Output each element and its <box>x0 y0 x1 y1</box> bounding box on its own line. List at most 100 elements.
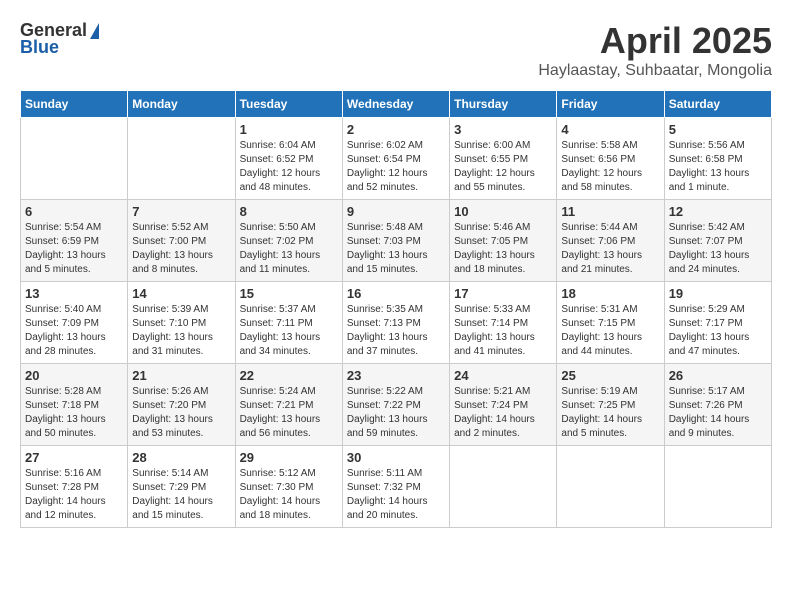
day-number: 3 <box>454 122 552 137</box>
day-number: 14 <box>132 286 230 301</box>
week-row-4: 20 Sunrise: 5:28 AM Sunset: 7:18 PM Dayli… <box>21 364 772 446</box>
calendar-cell <box>664 446 771 528</box>
weekday-header-friday: Friday <box>557 91 664 118</box>
day-info: Sunrise: 5:37 AM Sunset: 7:11 PM Dayligh… <box>240 303 338 359</box>
calendar-cell <box>21 118 128 200</box>
calendar-cell: 11 Sunrise: 5:44 AM Sunset: 7:06 PM Dayli… <box>557 200 664 282</box>
day-info: Sunrise: 5:22 AM Sunset: 7:22 PM Dayligh… <box>347 385 445 441</box>
weekday-header-wednesday: Wednesday <box>342 91 449 118</box>
calendar-cell: 24 Sunrise: 5:21 AM Sunset: 7:24 PM Dayli… <box>450 364 557 446</box>
day-number: 25 <box>561 368 659 383</box>
weekday-header-thursday: Thursday <box>450 91 557 118</box>
day-info: Sunrise: 5:50 AM Sunset: 7:02 PM Dayligh… <box>240 221 338 277</box>
weekday-header-row: SundayMondayTuesdayWednesdayThursdayFrid… <box>21 91 772 118</box>
week-row-3: 13 Sunrise: 5:40 AM Sunset: 7:09 PM Dayli… <box>21 282 772 364</box>
logo: General Blue <box>20 20 99 58</box>
day-number: 17 <box>454 286 552 301</box>
weekday-header-monday: Monday <box>128 91 235 118</box>
day-number: 7 <box>132 204 230 219</box>
day-number: 30 <box>347 450 445 465</box>
day-number: 18 <box>561 286 659 301</box>
calendar-cell: 15 Sunrise: 5:37 AM Sunset: 7:11 PM Dayli… <box>235 282 342 364</box>
week-row-2: 6 Sunrise: 5:54 AM Sunset: 6:59 PM Daylig… <box>21 200 772 282</box>
day-info: Sunrise: 5:16 AM Sunset: 7:28 PM Dayligh… <box>25 467 123 523</box>
calendar-cell: 1 Sunrise: 6:04 AM Sunset: 6:52 PM Daylig… <box>235 118 342 200</box>
calendar-cell: 19Sunrise: 5:29 AM Sunset: 7:17 PM Dayli… <box>664 282 771 364</box>
day-info: Sunrise: 5:26 AM Sunset: 7:20 PM Dayligh… <box>132 385 230 441</box>
day-number: 15 <box>240 286 338 301</box>
day-info: Sunrise: 5:17 AM Sunset: 7:26 PM Dayligh… <box>669 385 767 441</box>
day-info: Sunrise: 6:02 AM Sunset: 6:54 PM Dayligh… <box>347 139 445 195</box>
day-info: Sunrise: 5:44 AM Sunset: 7:06 PM Dayligh… <box>561 221 659 277</box>
day-info: Sunrise: 5:39 AM Sunset: 7:10 PM Dayligh… <box>132 303 230 359</box>
calendar-cell: 18 Sunrise: 5:31 AM Sunset: 7:15 PM Dayli… <box>557 282 664 364</box>
location-title: Haylaastay, Suhbaatar, Mongolia <box>538 62 772 80</box>
day-info: Sunrise: 6:04 AM Sunset: 6:52 PM Dayligh… <box>240 139 338 195</box>
day-info: Sunrise: 5:46 AM Sunset: 7:05 PM Dayligh… <box>454 221 552 277</box>
day-info: Sunrise: 5:35 AM Sunset: 7:13 PM Dayligh… <box>347 303 445 359</box>
day-number: 10 <box>454 204 552 219</box>
day-number: 1 <box>240 122 338 137</box>
calendar-cell: 5Sunrise: 5:56 AM Sunset: 6:58 PM Daylig… <box>664 118 771 200</box>
calendar-cell: 16 Sunrise: 5:35 AM Sunset: 7:13 PM Dayli… <box>342 282 449 364</box>
day-info: Sunrise: 5:21 AM Sunset: 7:24 PM Dayligh… <box>454 385 552 441</box>
calendar-cell: 10 Sunrise: 5:46 AM Sunset: 7:05 PM Dayli… <box>450 200 557 282</box>
day-number: 16 <box>347 286 445 301</box>
calendar-cell: 29 Sunrise: 5:12 AM Sunset: 7:30 PM Dayli… <box>235 446 342 528</box>
day-info: Sunrise: 5:48 AM Sunset: 7:03 PM Dayligh… <box>347 221 445 277</box>
day-info: Sunrise: 5:31 AM Sunset: 7:15 PM Dayligh… <box>561 303 659 359</box>
day-info: Sunrise: 5:52 AM Sunset: 7:00 PM Dayligh… <box>132 221 230 277</box>
title-area: April 2025 Haylaastay, Suhbaatar, Mongol… <box>538 20 772 80</box>
calendar-table: SundayMondayTuesdayWednesdayThursdayFrid… <box>20 90 772 528</box>
day-info: Sunrise: 5:58 AM Sunset: 6:56 PM Dayligh… <box>561 139 659 195</box>
day-info: Sunrise: 5:24 AM Sunset: 7:21 PM Dayligh… <box>240 385 338 441</box>
day-number: 21 <box>132 368 230 383</box>
weekday-header-sunday: Sunday <box>21 91 128 118</box>
calendar-cell: 2Sunrise: 6:02 AM Sunset: 6:54 PM Daylig… <box>342 118 449 200</box>
day-number: 27 <box>25 450 123 465</box>
calendar-cell: 25 Sunrise: 5:19 AM Sunset: 7:25 PM Dayli… <box>557 364 664 446</box>
calendar-cell: 4 Sunrise: 5:58 AM Sunset: 6:56 PM Daylig… <box>557 118 664 200</box>
day-number: 11 <box>561 204 659 219</box>
day-number: 4 <box>561 122 659 137</box>
calendar-cell: 30 Sunrise: 5:11 AM Sunset: 7:32 PM Dayli… <box>342 446 449 528</box>
day-number: 9 <box>347 204 445 219</box>
calendar-cell: 26Sunrise: 5:17 AM Sunset: 7:26 PM Dayli… <box>664 364 771 446</box>
day-number: 13 <box>25 286 123 301</box>
day-number: 6 <box>25 204 123 219</box>
calendar-cell: 20 Sunrise: 5:28 AM Sunset: 7:18 PM Dayli… <box>21 364 128 446</box>
day-number: 24 <box>454 368 552 383</box>
calendar-cell: 8 Sunrise: 5:50 AM Sunset: 7:02 PM Daylig… <box>235 200 342 282</box>
day-number: 12 <box>669 204 767 219</box>
weekday-header-saturday: Saturday <box>664 91 771 118</box>
week-row-5: 27 Sunrise: 5:16 AM Sunset: 7:28 PM Dayli… <box>21 446 772 528</box>
day-info: Sunrise: 5:14 AM Sunset: 7:29 PM Dayligh… <box>132 467 230 523</box>
day-info: Sunrise: 6:00 AM Sunset: 6:55 PM Dayligh… <box>454 139 552 195</box>
calendar-cell: 21 Sunrise: 5:26 AM Sunset: 7:20 PM Dayli… <box>128 364 235 446</box>
day-number: 29 <box>240 450 338 465</box>
day-info: Sunrise: 5:42 AM Sunset: 7:07 PM Dayligh… <box>669 221 767 277</box>
day-info: Sunrise: 5:54 AM Sunset: 6:59 PM Dayligh… <box>25 221 123 277</box>
calendar-cell: 13 Sunrise: 5:40 AM Sunset: 7:09 PM Dayli… <box>21 282 128 364</box>
day-number: 20 <box>25 368 123 383</box>
calendar-cell: 22 Sunrise: 5:24 AM Sunset: 7:21 PM Dayli… <box>235 364 342 446</box>
calendar-cell: 9 Sunrise: 5:48 AM Sunset: 7:03 PM Daylig… <box>342 200 449 282</box>
calendar-cell: 3 Sunrise: 6:00 AM Sunset: 6:55 PM Daylig… <box>450 118 557 200</box>
calendar-cell: 23 Sunrise: 5:22 AM Sunset: 7:22 PM Dayli… <box>342 364 449 446</box>
day-info: Sunrise: 5:19 AM Sunset: 7:25 PM Dayligh… <box>561 385 659 441</box>
day-number: 22 <box>240 368 338 383</box>
calendar-cell: 27 Sunrise: 5:16 AM Sunset: 7:28 PM Dayli… <box>21 446 128 528</box>
day-info: Sunrise: 5:28 AM Sunset: 7:18 PM Dayligh… <box>25 385 123 441</box>
day-number: 28 <box>132 450 230 465</box>
day-info: Sunrise: 5:40 AM Sunset: 7:09 PM Dayligh… <box>25 303 123 359</box>
logo-blue-text: Blue <box>20 37 59 58</box>
calendar-cell: 7 Sunrise: 5:52 AM Sunset: 7:00 PM Daylig… <box>128 200 235 282</box>
day-number: 5 <box>669 122 767 137</box>
day-info: Sunrise: 5:29 AM Sunset: 7:17 PM Dayligh… <box>669 303 767 359</box>
day-info: Sunrise: 5:11 AM Sunset: 7:32 PM Dayligh… <box>347 467 445 523</box>
calendar-cell <box>128 118 235 200</box>
day-number: 23 <box>347 368 445 383</box>
day-info: Sunrise: 5:12 AM Sunset: 7:30 PM Dayligh… <box>240 467 338 523</box>
day-number: 8 <box>240 204 338 219</box>
page-header: General Blue April 2025 Haylaastay, Suhb… <box>20 20 772 80</box>
